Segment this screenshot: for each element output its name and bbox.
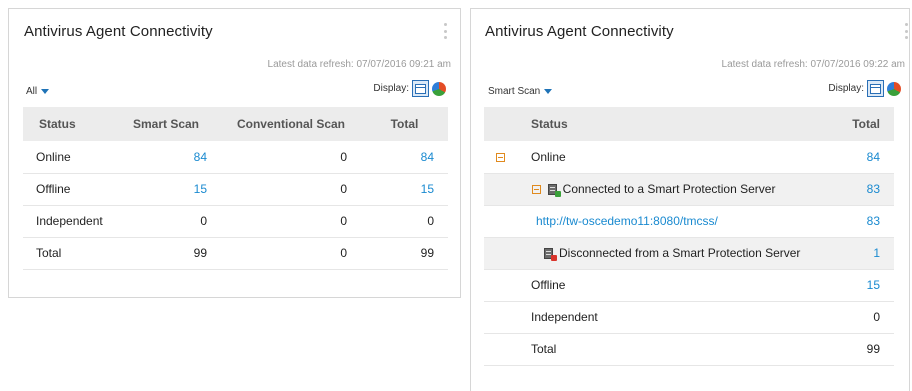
- left-widget: Antivirus Agent Connectivity Latest data…: [8, 8, 461, 298]
- server-disconnected-icon: [544, 247, 557, 261]
- server-connected-icon: [547, 183, 561, 197]
- chevron-down-icon: [41, 89, 50, 94]
- table-view-icon[interactable]: [867, 80, 884, 97]
- collapse-icon[interactable]: [496, 153, 505, 163]
- connectivity-table: Status Smart Scan Conventional Scan Tota…: [23, 107, 448, 270]
- status-cell: Connected to a Smart Protection Server: [562, 182, 776, 196]
- last-refresh-text: Latest data refresh: 07/07/2016 09:21 am: [267, 59, 451, 70]
- connectivity-tree-table: Status Total Online 84 Connected to a Sm…: [484, 107, 894, 366]
- status-cell: Total: [520, 333, 824, 366]
- display-label: Display:: [373, 83, 409, 94]
- display-label: Display:: [828, 83, 864, 94]
- total-count: 0: [824, 301, 894, 334]
- table-row: Offline 15 0 15: [23, 173, 448, 206]
- total-count-link[interactable]: 15: [361, 173, 448, 206]
- widget-title: Antivirus Agent Connectivity: [24, 23, 213, 40]
- status-cell: Offline: [23, 173, 111, 206]
- smart-scan-count: 99: [111, 237, 221, 270]
- more-vertical-icon[interactable]: [440, 21, 450, 41]
- table-view-icon[interactable]: [412, 80, 429, 97]
- column-header-status: Status: [23, 107, 111, 141]
- status-cell: Online: [520, 141, 824, 174]
- display-toggle: Display:: [373, 80, 446, 97]
- total-count: 99: [824, 333, 894, 366]
- scan-filter-dropdown[interactable]: Smart Scan: [488, 86, 553, 97]
- collapse-icon[interactable]: [532, 185, 541, 195]
- total-count-link[interactable]: 84: [824, 141, 894, 174]
- last-refresh-text: Latest data refresh: 07/07/2016 09:22 am: [721, 59, 905, 70]
- scan-filter-value: Smart Scan: [488, 86, 541, 97]
- status-cell: Independent: [520, 301, 824, 334]
- more-vertical-icon[interactable]: [901, 21, 911, 41]
- total-count-link[interactable]: 83: [824, 205, 894, 238]
- smart-scan-count-link[interactable]: 84: [111, 141, 221, 174]
- status-cell: Total: [23, 237, 111, 270]
- total-count-link[interactable]: 84: [361, 141, 448, 174]
- column-header-smart-scan: Smart Scan: [111, 107, 221, 141]
- status-cell: Offline: [520, 269, 824, 302]
- table-header-row: Status Total: [484, 107, 894, 141]
- table-row: Independent 0 0 0: [23, 205, 448, 238]
- pie-chart-icon[interactable]: [432, 81, 446, 96]
- scan-filter-value: All: [26, 86, 38, 97]
- right-widget: Antivirus Agent Connectivity Latest data…: [470, 8, 910, 391]
- scan-filter-dropdown[interactable]: All: [26, 86, 50, 97]
- table-row: Disconnected from a Smart Protection Ser…: [484, 237, 894, 270]
- column-header-total: Total: [361, 107, 448, 141]
- conventional-scan-count: 0: [221, 205, 361, 238]
- table-header-row: Status Smart Scan Conventional Scan Tota…: [23, 107, 448, 141]
- chevron-down-icon: [544, 89, 553, 94]
- status-cell: Disconnected from a Smart Protection Ser…: [559, 246, 801, 260]
- expander-column-header: [484, 107, 520, 141]
- conventional-scan-count: 0: [221, 141, 361, 174]
- total-count: 99: [361, 237, 448, 270]
- status-cell: Independent: [23, 205, 111, 238]
- table-row: Independent 0: [484, 301, 894, 334]
- display-toggle: Display:: [828, 80, 901, 97]
- table-row: Total 99 0 99: [23, 237, 448, 270]
- status-cell: Online: [23, 141, 111, 174]
- table-row: http://tw-oscedemo11:8080/tmcss/ 83: [484, 205, 894, 238]
- total-count-link[interactable]: 1: [824, 237, 894, 270]
- column-header-total: Total: [824, 107, 894, 141]
- widget-title: Antivirus Agent Connectivity: [485, 23, 674, 40]
- pie-chart-icon[interactable]: [887, 81, 901, 96]
- table-row: Online 84: [484, 141, 894, 174]
- column-header-conventional-scan: Conventional Scan: [221, 107, 361, 141]
- total-count: 0: [361, 205, 448, 238]
- conventional-scan-count: 0: [221, 237, 361, 270]
- table-row: Online 84 0 84: [23, 141, 448, 174]
- conventional-scan-count: 0: [221, 173, 361, 206]
- table-row: Total 99: [484, 333, 894, 366]
- total-count-link[interactable]: 15: [824, 269, 894, 302]
- total-count-link[interactable]: 83: [824, 173, 894, 206]
- smart-scan-count-link[interactable]: 15: [111, 173, 221, 206]
- column-header-status: Status: [520, 107, 824, 141]
- table-row: Connected to a Smart Protection Server 8…: [484, 173, 894, 206]
- server-url-link[interactable]: http://tw-oscedemo11:8080/tmcss/: [520, 205, 824, 238]
- smart-scan-count: 0: [111, 205, 221, 238]
- table-row: Offline 15: [484, 269, 894, 302]
